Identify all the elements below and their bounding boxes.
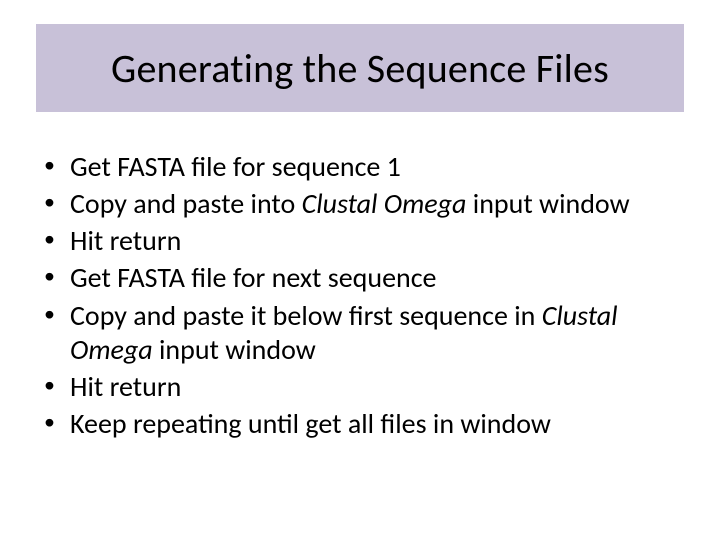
list-item: Get FASTA file for next sequence [36,261,696,295]
bullet-text: input window [153,332,316,367]
bullet-text: Get FASTA file for sequence 1 [70,149,401,184]
bullet-list: Get FASTA file for sequence 1 Copy and p… [36,150,696,441]
bullet-text: Keep repeating until get all files in wi… [70,406,551,441]
bullet-text: Copy and paste it below first sequence i… [70,298,542,333]
title-box: Generating the Sequence Files [36,24,684,112]
list-item: Get FASTA file for sequence 1 [36,150,696,184]
bullet-em: Clustal Omega [302,186,467,221]
list-item: Keep repeating until get all files in wi… [36,407,696,441]
list-item: Copy and paste it below first sequence i… [36,299,696,367]
bullet-text: Hit return [70,369,181,404]
slide: Generating the Sequence Files Get FASTA … [0,0,720,540]
bullet-text: input window [466,186,629,221]
slide-body: Get FASTA file for sequence 1 Copy and p… [36,150,696,444]
list-item: Hit return [36,224,696,258]
list-item: Hit return [36,370,696,404]
bullet-text: Hit return [70,223,181,258]
slide-title: Generating the Sequence Files [111,44,609,93]
bullet-text: Get FASTA file for next sequence [70,260,437,295]
list-item: Copy and paste into Clustal Omega input … [36,187,696,221]
bullet-text: Copy and paste into [70,186,302,221]
